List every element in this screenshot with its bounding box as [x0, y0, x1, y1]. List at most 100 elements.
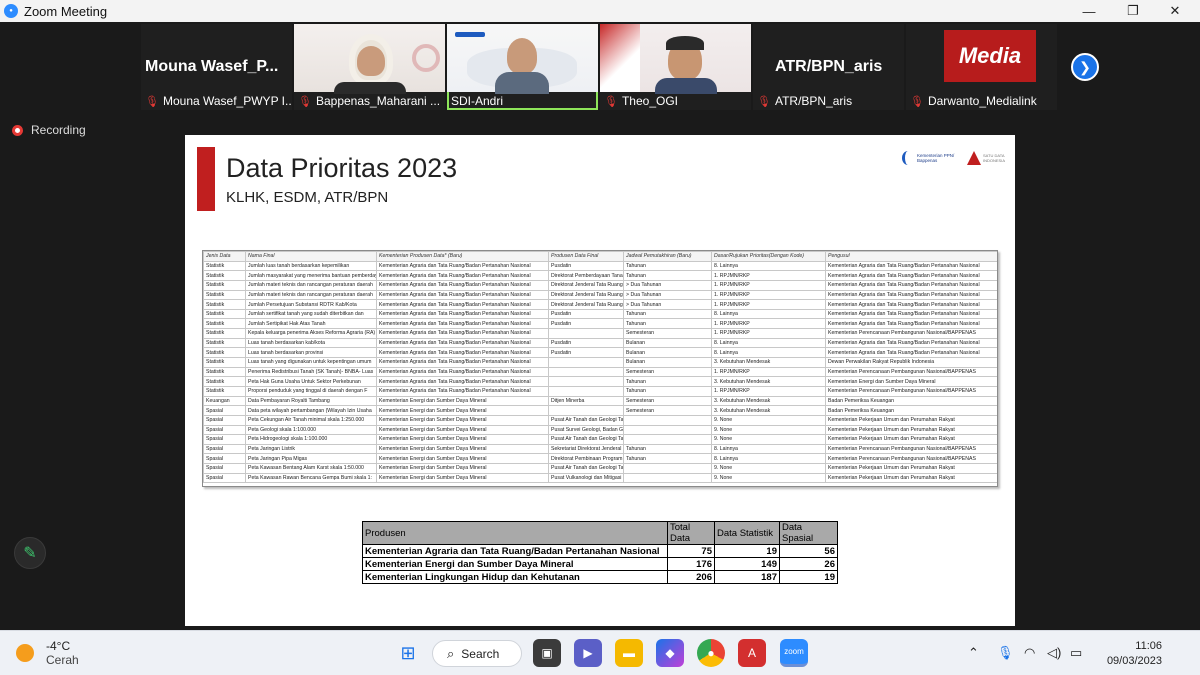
table-cell: Pusat Vulkanologi dan Mitigasi Bencana G…: [548, 472, 624, 484]
table-cell: Bulanan: [623, 357, 712, 368]
table-header-cell: Jadwal Pemutakhiran (Baru): [623, 251, 712, 262]
table-cell: Ditjen Minerba: [548, 395, 624, 407]
participant-tile-active-speaker[interactable]: SDI-Andri: [447, 24, 598, 110]
zoom-icon: ●: [4, 4, 18, 18]
maximize-button[interactable]: ❐: [1110, 0, 1156, 22]
chat-icon[interactable]: ▶: [574, 639, 602, 667]
volume-icon[interactable]: ◁): [1047, 645, 1061, 661]
table-row: Keuangan Data Pembayaran Royalti Tambang K…: [203, 395, 997, 407]
table-cell: 1. RPJMN/RKP: [711, 270, 826, 281]
table-cell: Kementerian Agraria dan Tata Ruang/Badan…: [825, 337, 997, 349]
table-cell: Tahunan: [623, 453, 712, 465]
participant-video: Media: [906, 24, 1057, 92]
summary-row: Kementerian Agraria dan Tata Ruang/Badan…: [362, 544, 838, 558]
table-cell: 8. Lainnya: [711, 453, 826, 465]
table-cell: Tahunan: [623, 443, 712, 455]
recording-indicator[interactable]: Recording: [12, 123, 86, 137]
table-cell: Pusat Air Tanah dan Geologi Tata Lingkun…: [548, 414, 624, 426]
table-cell: Penerima Redistribusi Tanah (SK Tanah)- …: [245, 366, 377, 378]
table-cell: Keuangan: [203, 395, 246, 407]
window-title: Zoom Meeting: [24, 3, 108, 19]
table-cell: Spasial: [203, 453, 246, 465]
table-header-cell: Kementerian Produsen Data* (Baru): [376, 251, 549, 262]
table-cell: Jumlah Sertipikat Hak Atas Tanah: [245, 318, 377, 330]
table-cell: Kementerian Pekerjaan Umum dan Perumahan…: [825, 424, 997, 436]
summary-row: Kementerian Lingkungan Hidup dan Kehutan…: [362, 570, 838, 584]
table-cell: Spasial: [203, 472, 246, 484]
table-cell: Kementerian Agraria dan Tata Ruang/Badan…: [376, 318, 549, 330]
table-cell: Spasial: [203, 463, 246, 474]
table-cell: Luas tanah yang digunakan untuk kepentin…: [245, 357, 377, 368]
clock-date: 09/03/2023: [1106, 655, 1162, 667]
participant-video: [600, 24, 751, 94]
participant-tile[interactable]: 🎙 Bappenas_Maharani ...: [294, 24, 445, 110]
wifi-icon[interactable]: ◠: [1024, 645, 1035, 661]
weather-widget[interactable]: -4°C Cerah: [16, 639, 79, 667]
table-cell: 9. None: [711, 472, 826, 484]
chrome-icon[interactable]: ●: [697, 639, 725, 667]
table-cell: Kementerian Perencanaan Pembangunan Nasi…: [825, 443, 997, 455]
muted-mic-icon: 🎙: [757, 95, 771, 108]
participant-strip: Mouna Wasef_P... 🎙 Mouna Wasef_PWYP I...…: [141, 24, 1057, 110]
table-cell: [548, 376, 624, 387]
taskbar-clock[interactable]: 11:06 09/03/2023: [1100, 639, 1162, 669]
participant-label: 🎙 Darwanto_Medialink: [906, 92, 1057, 110]
microphone-icon[interactable]: 🎙: [997, 645, 1014, 661]
participant-label: SDI-Andri: [447, 92, 598, 110]
acrobat-icon[interactable]: A: [738, 639, 766, 667]
participant-tile[interactable]: Mouna Wasef_P... 🎙 Mouna Wasef_PWYP I...: [141, 24, 292, 110]
table-cell: 8. Lainnya: [711, 443, 826, 455]
table-cell: 8. Lainnya: [711, 260, 826, 272]
table-cell: Peta Geologi skala 1:100.000: [245, 424, 377, 436]
table-cell: Tahunan: [623, 385, 712, 397]
table-cell: Kementerian Agraria dan Tata Ruang/Badan…: [376, 337, 549, 349]
participant-tile[interactable]: ATR/BPN_aris 🎙 ATR/BPN_aris: [753, 24, 904, 110]
annotate-button[interactable]: ✎: [14, 537, 46, 569]
satu-data-logo: SATU DATA INDONESIA: [967, 151, 1005, 165]
close-button[interactable]: ✕: [1152, 0, 1198, 22]
table-row: Spasial Data peta wilayah pertambangan (W…: [203, 405, 997, 416]
table-row: Statistik Kepala keluarga penerima Akses …: [203, 328, 997, 339]
table-cell: Statistik: [203, 366, 246, 378]
table-cell: 1. RPJMN/RKP: [711, 279, 826, 291]
copilot-icon[interactable]: ◆: [656, 639, 684, 667]
sun-icon: [16, 644, 34, 662]
summary-row: Kementerian Energi dan Sumber Daya Miner…: [362, 557, 838, 571]
table-cell: Kementerian Agraria dan Tata Ruang/Badan…: [376, 299, 549, 310]
table-cell: Pusdatin: [548, 260, 624, 272]
participant-name: SDI-Andri: [451, 94, 504, 108]
task-view-icon[interactable]: ▣: [533, 639, 561, 667]
participant-tile[interactable]: Media 🎙 Darwanto_Medialink: [906, 24, 1057, 110]
table-cell: Semesteran: [623, 405, 712, 416]
file-explorer-icon[interactable]: ▬: [615, 639, 643, 667]
satu-data-logo-icon: [967, 151, 981, 165]
windows-start-icon[interactable]: ⊞: [394, 639, 422, 667]
muted-mic-icon: 🎙: [298, 95, 312, 108]
participant-name: ATR/BPN_aris: [774, 94, 853, 108]
table-header-cell: Dasar/Rujukan Prioritas(Dengan Kode): [711, 251, 826, 262]
priority-data-table: Jenis Data Nama Final Kementerian Produsen…: [202, 250, 998, 487]
taskbar-search[interactable]: ⌕ Search: [432, 640, 522, 667]
table-cell: > Dua Tahunan: [623, 289, 712, 301]
table-header-cell: Jenis Data: [203, 251, 246, 262]
participant-name: Bappenas_Maharani ...: [315, 94, 441, 108]
minimize-button[interactable]: —: [1066, 0, 1112, 22]
weather-temperature: -4°C: [46, 639, 71, 653]
chevron-up-icon[interactable]: ⌃: [968, 645, 979, 661]
table-cell: Spasial: [203, 424, 246, 436]
summary-cell: 19: [714, 544, 780, 558]
summary-cell: 19: [779, 570, 838, 584]
zoom-taskbar-icon[interactable]: zoom: [780, 639, 808, 667]
table-cell: Direktorat Jenderal Tata Ruang: [548, 289, 624, 301]
participant-tile[interactable]: 🎙 Theo_OGI: [600, 24, 751, 110]
battery-icon[interactable]: ▭: [1070, 645, 1082, 661]
table-cell: [548, 357, 624, 368]
participant-label: 🎙 Bappenas_Maharani ...: [294, 92, 445, 110]
table-cell: Kementerian Agraria dan Tata Ruang/Badan…: [376, 376, 549, 387]
table-cell: Jumlah masyarakat yang menerima bantuan …: [245, 270, 377, 281]
table-row: Statistik Penerima Redistribusi Tanah (SK…: [203, 366, 997, 378]
table-cell: [623, 472, 712, 484]
chevron-right-icon: ❯: [1079, 58, 1091, 75]
table-cell: Peta Hidrogeologi skala 1:100.000: [245, 434, 377, 445]
next-participants-button[interactable]: ❯: [1071, 53, 1099, 81]
